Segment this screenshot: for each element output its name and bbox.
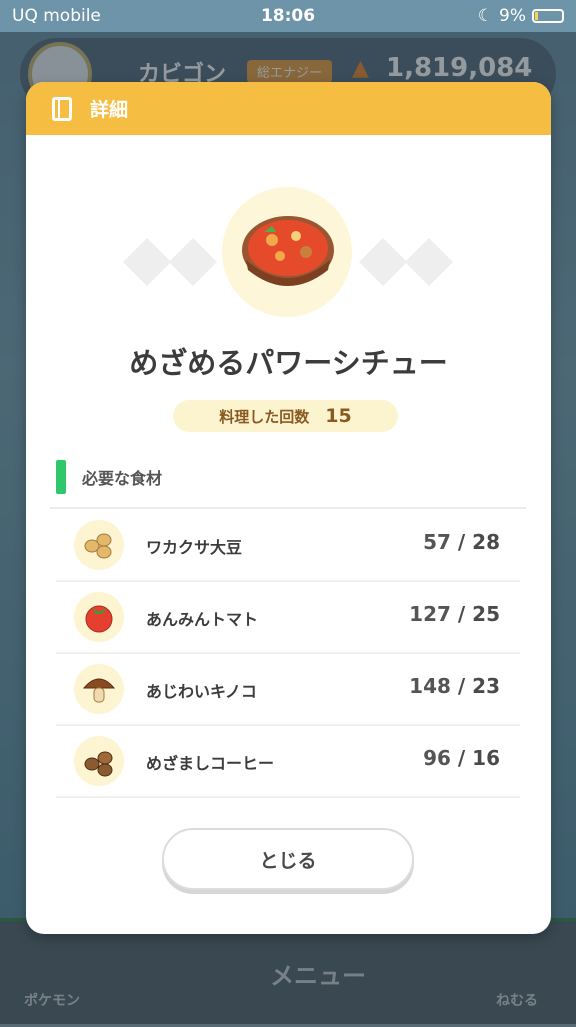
ingredient-quantity: 148 / 23 [409,674,500,698]
decor-diamond [404,237,454,287]
ingredient-name: めざましコーヒー [146,754,275,773]
ingredient-name: ワカクサ大豆 [146,538,243,557]
ingredient-name: あんみんトマト [146,610,259,629]
ingredient-name: あじわいキノコ [146,682,257,701]
modal-title: 詳細 [90,99,129,121]
mushroom-icon [74,664,124,714]
battery-icon [532,9,564,23]
battery-percent: 9% [499,6,526,26]
ingredient-row: ワカクサ大豆 57 / 28 [56,510,520,582]
ingredients-title: 必要な食材 [82,469,163,488]
coffee-icon [74,736,124,786]
section-accent-bar [56,460,66,494]
dish-name: めざめるパワーシチュー [129,346,448,380]
ingredient-list: ワカクサ大豆 57 / 28 あんみんトマト 127 / 25 あじわいキノコ … [56,510,520,798]
ingredient-quantity: 57 / 28 [423,530,500,554]
close-button[interactable]: とじる [162,828,414,890]
ingredient-row: あんみんトマト 127 / 25 [56,582,520,654]
soybean-icon [74,520,124,570]
modal-header: 詳細 [26,82,551,135]
ingredients-section-header: 必要な食材 [56,460,162,494]
moon-icon: ☾ [477,6,494,26]
status-bar: UQ mobile 18:06 ☾ 9% [0,0,576,32]
ingredient-row: あじわいキノコ 148 / 23 [56,654,520,726]
ingredient-quantity: 96 / 16 [423,746,500,770]
cook-count-label: 料理した回数 [219,407,310,426]
ingredient-row: めざましコーヒー 96 / 16 [56,726,520,798]
cook-count-pill: 料理した回数 15 [173,400,398,432]
ingredient-quantity: 127 / 25 [409,602,500,626]
tomato-icon [74,592,124,642]
divider [50,507,526,509]
decor-diamond [358,237,408,287]
cook-count-value: 15 [325,405,352,427]
decor-diamond [168,237,218,287]
decor-diamond [122,237,172,287]
book-icon [52,96,72,121]
detail-modal: 詳細 めざめるパワーシチュー 料理した回数 15 必要な食材 ワカクサ大豆 57… [26,82,551,934]
stew-bowl-icon [242,216,334,286]
